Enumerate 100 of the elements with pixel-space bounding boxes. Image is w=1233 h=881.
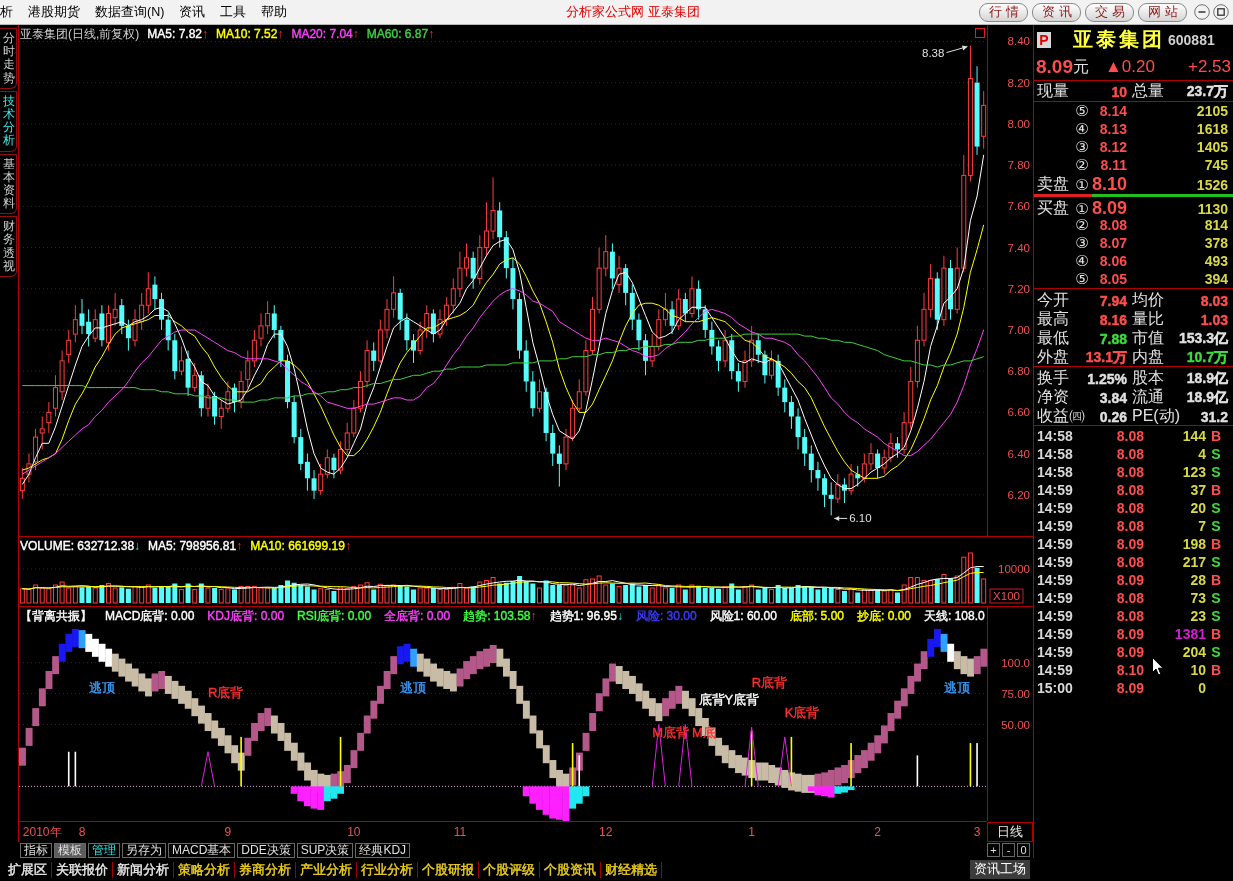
formula-tab[interactable]: DDE决策 [237,842,295,858]
formula-tab[interactable]: 经典KDJ [355,842,411,858]
price-axis-label: 8.20 [1007,76,1030,89]
pointer-arrow [833,515,848,521]
side-tab[interactable]: 财务透视 [0,216,17,277]
formula-tab[interactable]: 另存为 [122,842,166,858]
legend-label: MA10: 661699.19 [250,539,345,553]
zoom-button[interactable]: + [987,843,1000,857]
trade-side: S [1211,608,1221,624]
menu-item[interactable]: 数据查询(N) [95,3,165,21]
trend-arrow: ↑ [236,539,243,553]
stat-label: 最高 [1037,309,1069,329]
trade-price: 8.09 [1116,536,1144,552]
toolbar-button[interactable]: 网站 [1138,2,1187,22]
period-button[interactable]: 日线 [987,822,1033,842]
stat-label: 总量 [1132,81,1164,101]
bottom-tab[interactable]: 新闻分析 [113,861,173,878]
bottom-tab[interactable]: 行业分析 [357,861,417,878]
stat-value: 3.84 [1099,389,1127,406]
signal-label: 逃顶 [88,680,115,696]
menu-item[interactable]: 帮助 [261,3,288,21]
square-icon[interactable] [975,28,985,38]
order-book-volume: 2105 [1196,103,1228,119]
toolbar-button[interactable]: 资讯 [1032,2,1081,22]
trade-price: 8.09 [1116,644,1144,660]
stat-label: 换手 [1037,368,1069,388]
signal-label: R底背 [751,675,787,691]
zoom-button[interactable]: 0 [1017,843,1030,857]
price-axis-label: 7.60 [1007,200,1030,213]
trend-arrow: ↑ [530,609,537,623]
date-axis-label: 11 [453,825,467,839]
trade-price: 8.10 [1116,662,1144,678]
order-book-price: 8.10 [1091,174,1127,195]
order-book-level: ② [1075,216,1089,234]
date-axis-label: 12 [599,825,613,839]
order-book-volume: 394 [1204,271,1228,287]
side-tab[interactable]: 技术分析 [0,90,17,152]
order-book-volume: 1526 [1196,176,1228,193]
price-extreme-label: 6.10 [849,512,872,525]
trend-arrow: ↓ [616,609,623,623]
formula-tab[interactable]: MACD基本 [168,842,236,858]
signal-label: K底背 [784,705,820,721]
order-book-volume: 814 [1204,217,1228,233]
price-axis-label: 6.20 [1007,488,1030,501]
formula-tab[interactable]: 模板 [54,842,86,858]
menu-item[interactable]: 工具 [220,3,247,21]
menu-item[interactable]: 港股期货 [28,3,80,21]
maximize-icon[interactable] [1213,4,1229,20]
indicator-axis-label: 50.00 [1001,718,1030,731]
trade-volume: 1381 [1174,626,1206,642]
trade-time: 14:59 [1037,608,1073,624]
side-tab[interactable]: 分时走势 [0,28,17,89]
bottom-tab[interactable]: 策略分析 [174,861,234,878]
trade-volume: 204 [1182,644,1206,660]
bottom-tab[interactable]: 产业分析 [296,861,356,878]
legend-label: VOLUME: 632712.38 [20,539,135,553]
bottom-tab[interactable]: 券商分析 [235,861,295,878]
trade-volume: 23 [1190,608,1206,624]
formula-tab[interactable]: 指标 [20,842,52,858]
stat-label: 市值 [1132,328,1164,348]
bottom-tab[interactable]: 扩展区 [4,861,51,878]
minimize-icon[interactable] [1194,4,1210,20]
toolbar-button[interactable]: 交易 [1085,2,1134,22]
trade-side: B [1210,626,1222,642]
trend-arrow: ↑ [344,539,351,553]
trade-volume: 0 [1198,680,1206,696]
order-book-volume: 378 [1204,235,1228,251]
menu-item[interactable]: 资讯 [179,3,206,21]
formula-tab[interactable]: 管理 [88,842,120,858]
zoom-button[interactable]: - [1002,843,1015,857]
stat-value: 18.9亿 [1186,388,1228,407]
trade-price: 8.08 [1116,428,1144,444]
trade-volume: 28 [1190,572,1206,588]
trade-time: 14:59 [1037,626,1073,642]
date-axis-label: 9 [224,825,232,839]
signal-label: 底背Y底背 [698,691,760,707]
bottom-tab[interactable]: 个股资讯 [540,861,600,878]
formula-tab[interactable]: SUP决策 [296,842,354,858]
order-book-level: ④ [1075,120,1089,138]
bottom-tab[interactable]: 财经精选 [601,861,661,878]
order-book-price: 8.14 [1099,103,1127,119]
legend-label: MA5: 7.82 [147,27,203,41]
trade-price: 8.08 [1116,464,1144,480]
trade-price: 8.08 [1116,518,1144,534]
trade-time: 14:59 [1037,536,1073,552]
bottom-tab[interactable]: 关联报价 [52,861,112,878]
stat-label: 今开 [1037,290,1069,310]
bottom-tab[interactable]: 个股研报 [418,861,478,878]
signal-label: R底背 [207,685,244,701]
order-book-price: 8.08 [1099,217,1127,233]
order-book-level: ⑤ [1075,270,1089,288]
stat-value: 153.3亿 [1178,329,1228,348]
side-tab[interactable]: 基本资料 [0,153,17,215]
trade-time: 14:59 [1037,554,1073,570]
menu-item[interactable]: 析 [0,3,13,21]
stat-value: 1.03 [1200,311,1228,328]
bottom-tab[interactable]: 资讯工场 [970,860,1030,879]
toolbar-button[interactable]: 行情 [979,2,1028,22]
stat-value: 10 [1111,83,1127,100]
bottom-tab[interactable]: 个股评级 [479,861,539,878]
